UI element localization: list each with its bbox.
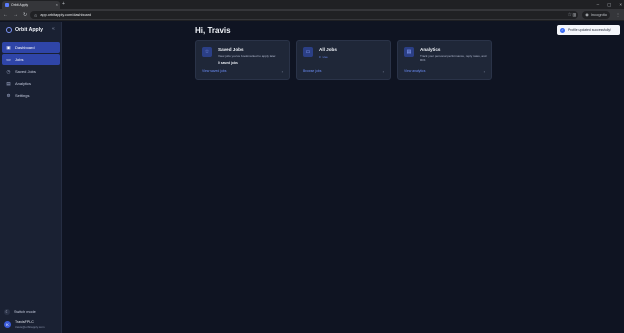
all-jobs-card[interactable]: ▭ All Jobs 0 Live Browse jobs ›	[296, 40, 391, 80]
saved-jobs-card[interactable]: ☆ Saved Jobs View jobs you've bookmarked…	[195, 40, 290, 80]
check-icon: ✓	[560, 27, 565, 33]
analytics-card[interactable]: ▤ Analytics Track your personal performa…	[397, 40, 492, 80]
new-tab-button[interactable]: +	[62, 1, 65, 7]
window-controls: – ▢ ×	[597, 0, 622, 9]
moon-icon: ☾	[4, 309, 10, 315]
browser-tabbar: Orbit Apply × + – ▢ ×	[0, 0, 624, 9]
minimize-button[interactable]: –	[597, 0, 600, 9]
card-description: Track your personal performance, reply r…	[420, 54, 487, 63]
extensions-icon[interactable]: ▥	[572, 11, 576, 19]
browser-menu-icon[interactable]: ⋮	[616, 11, 620, 19]
view-analytics-link[interactable]: View analytics	[404, 69, 425, 73]
star-icon: ☆	[202, 47, 212, 57]
sidebar: Orbit Apply « ▣ Dashboard ▭ Jobs ◷ Saved…	[0, 22, 62, 333]
dashboard-icon: ▣	[6, 44, 11, 50]
sidebar-item-saved-jobs[interactable]: ◷ Saved Jobs	[2, 66, 60, 77]
toast-message: Profile updated successfully!	[568, 28, 611, 32]
incognito-label: Incognito	[590, 12, 607, 17]
briefcase-icon: ▭	[6, 56, 11, 62]
arrow-right-icon[interactable]: ›	[282, 69, 283, 74]
switch-mode-label: Switch mode	[14, 310, 36, 314]
avatar: K	[4, 321, 11, 328]
success-toast[interactable]: ✓ Profile updated successfully!	[557, 25, 620, 35]
tab-title: Orbit Apply	[11, 3, 29, 7]
browser-tab[interactable]: Orbit Apply ×	[2, 1, 60, 9]
forward-button[interactable]: →	[13, 11, 18, 19]
maximize-button[interactable]: ▢	[607, 0, 611, 9]
sidebar-item-label: Dashboard	[15, 45, 35, 50]
arrow-right-icon[interactable]: ›	[383, 69, 384, 74]
card-stat: 0 saved jobs	[218, 61, 238, 65]
brand[interactable]: Orbit Apply	[6, 27, 43, 33]
page-title: Hi, Travis	[195, 26, 231, 35]
sidebar-item-label: Analytics	[15, 81, 32, 86]
view-saved-jobs-link[interactable]: View saved jobs	[202, 69, 226, 73]
browser-toolbar: ← → ↻ ⊙ app.orbitapply.com/dashboard ☆ ▥…	[0, 9, 624, 21]
chart-icon: ▤	[404, 47, 414, 57]
sidebar-item-analytics[interactable]: ▤ Analytics	[2, 78, 60, 89]
card-description: View jobs you've bookmarked to apply lat…	[218, 54, 277, 58]
user-name: TravisFPLC	[15, 320, 34, 324]
card-title: Saved Jobs	[218, 47, 244, 52]
sidebar-item-label: Saved Jobs	[15, 69, 36, 74]
card-title: Analytics	[420, 47, 441, 52]
status-badge: 0 Live	[319, 55, 328, 59]
incognito-icon: ◉	[585, 12, 589, 17]
clock-icon: ◷	[6, 68, 11, 74]
address-bar[interactable]: ⊙ app.orbitapply.com/dashboard ☆	[30, 11, 578, 19]
user-profile[interactable]: K TravisFPLC travis@orbitapply.com	[4, 320, 45, 329]
sidebar-item-dashboard[interactable]: ▣ Dashboard	[2, 42, 60, 53]
favicon-icon	[5, 3, 9, 7]
tab-close-icon[interactable]: ×	[56, 2, 58, 7]
brand-name: Orbit Apply	[15, 27, 44, 33]
site-info-icon[interactable]: ⊙	[34, 13, 37, 18]
badge-label: Live	[322, 55, 328, 59]
reload-button[interactable]: ↻	[23, 11, 27, 19]
browse-jobs-link[interactable]: Browse jobs	[303, 69, 321, 73]
sidebar-item-jobs[interactable]: ▭ Jobs	[2, 54, 60, 65]
chart-icon: ▤	[6, 80, 11, 86]
sidebar-item-label: Jobs	[15, 57, 24, 62]
briefcase-icon: ▭	[303, 47, 313, 57]
arrow-right-icon[interactable]: ›	[484, 69, 485, 74]
card-title: All Jobs	[319, 47, 337, 52]
collapse-sidebar-button[interactable]: «	[52, 26, 55, 32]
sidebar-item-label: Settings	[15, 93, 30, 98]
gear-icon: ⚙	[6, 92, 11, 98]
switch-mode-button[interactable]: ☾ Switch mode	[4, 309, 36, 315]
back-button[interactable]: ←	[3, 11, 8, 19]
incognito-indicator[interactable]: ◉ Incognito	[582, 11, 610, 19]
bookmark-star-icon[interactable]: ☆	[568, 11, 572, 19]
sidebar-nav: ▣ Dashboard ▭ Jobs ◷ Saved Jobs ▤ Analyt…	[2, 42, 60, 102]
url-text[interactable]: app.orbitapply.com/dashboard	[40, 13, 91, 17]
badge-count: 0	[319, 55, 321, 59]
close-window-button[interactable]: ×	[619, 0, 622, 9]
user-email: travis@orbitapply.com	[15, 325, 45, 329]
sidebar-item-settings[interactable]: ⚙ Settings	[2, 90, 60, 101]
orbit-logo-icon	[6, 27, 12, 33]
